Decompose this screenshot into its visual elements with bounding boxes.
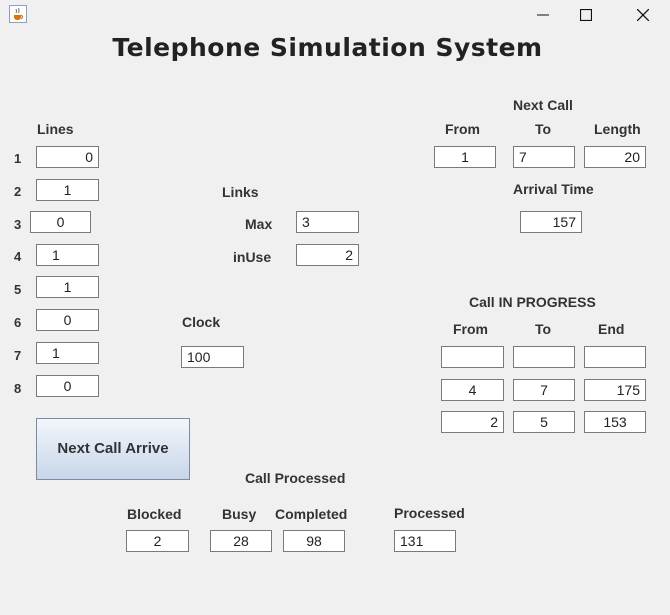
call-processed-label: Call Processed — [245, 470, 346, 486]
arrival-time-field[interactable]: 157 — [520, 211, 582, 233]
in-progress-to-label: To — [535, 321, 552, 337]
line-number: 2 — [14, 184, 22, 199]
in-progress-from-label: From — [453, 321, 488, 337]
line-number: 4 — [14, 249, 22, 264]
processed-field[interactable]: 131 — [394, 530, 456, 552]
busy-label: Busy — [222, 506, 257, 522]
line-field-1[interactable]: 0 — [36, 146, 99, 168]
minimize-button[interactable] — [520, 0, 566, 30]
line-number: 8 — [14, 381, 22, 396]
next-call-length-field[interactable]: 20 — [584, 146, 646, 168]
page-title: Telephone Simulation System — [112, 33, 543, 62]
title-bar — [0, 0, 670, 30]
line-field-4[interactable]: 1 — [36, 244, 99, 266]
close-icon — [637, 9, 649, 21]
blocked-label: Blocked — [127, 506, 182, 522]
line-number: 1 — [14, 151, 22, 166]
line-field-6[interactable]: 0 — [36, 309, 99, 331]
completed-label: Completed — [275, 506, 348, 522]
line-number: 6 — [14, 315, 22, 330]
in-progress-from-field[interactable]: 4 — [441, 379, 504, 401]
clock-field[interactable]: 100 — [181, 346, 244, 368]
next-call-to-label: To — [535, 121, 552, 137]
next-call-label: Next Call — [513, 97, 573, 113]
links-max-label: Max — [245, 216, 273, 232]
in-progress-to-field[interactable] — [513, 346, 575, 368]
lines-label: Lines — [37, 121, 74, 137]
in-progress-to-field[interactable]: 7 — [513, 379, 575, 401]
links-label: Links — [222, 184, 259, 200]
blocked-field[interactable]: 2 — [126, 530, 189, 552]
next-call-from-field[interactable]: 1 — [434, 146, 496, 168]
line-field-7[interactable]: 1 — [36, 342, 99, 364]
line-number: 5 — [14, 282, 22, 297]
in-progress-from-field[interactable]: 2 — [441, 411, 504, 433]
close-button[interactable] — [620, 0, 666, 30]
java-cup-icon[interactable] — [9, 5, 27, 23]
next-call-length-label: Length — [594, 121, 641, 137]
maximize-button[interactable] — [563, 0, 609, 30]
completed-field[interactable]: 98 — [283, 530, 345, 552]
maximize-icon — [580, 9, 592, 21]
busy-field[interactable]: 28 — [210, 530, 272, 552]
processed-label: Processed — [394, 505, 465, 521]
links-inuse-field[interactable]: 2 — [296, 244, 359, 266]
arrival-time-label: Arrival Time — [513, 181, 594, 197]
line-number: 3 — [14, 217, 22, 232]
next-call-to-field[interactable]: 7 — [513, 146, 575, 168]
in-progress-end-field[interactable]: 153 — [584, 411, 646, 433]
links-inuse-label: inUse — [233, 249, 272, 265]
in-progress-from-field[interactable] — [441, 346, 504, 368]
line-field-5[interactable]: 1 — [36, 276, 99, 298]
next-call-arrive-button[interactable]: Next Call Arrive — [36, 418, 190, 480]
line-field-3[interactable]: 0 — [30, 211, 91, 233]
in-progress-end-field[interactable] — [584, 346, 646, 368]
in-progress-end-label: End — [598, 321, 625, 337]
in-progress-to-field[interactable]: 5 — [513, 411, 575, 433]
clock-label: Clock — [182, 314, 221, 330]
minimize-icon — [537, 14, 549, 16]
in-progress-label: Call IN PROGRESS — [469, 294, 596, 310]
line-field-2[interactable]: 1 — [36, 179, 99, 201]
in-progress-end-field[interactable]: 175 — [584, 379, 646, 401]
line-field-8[interactable]: 0 — [36, 375, 99, 397]
next-call-from-label: From — [445, 121, 480, 137]
links-max-field[interactable]: 3 — [296, 211, 359, 233]
line-number: 7 — [14, 348, 22, 363]
